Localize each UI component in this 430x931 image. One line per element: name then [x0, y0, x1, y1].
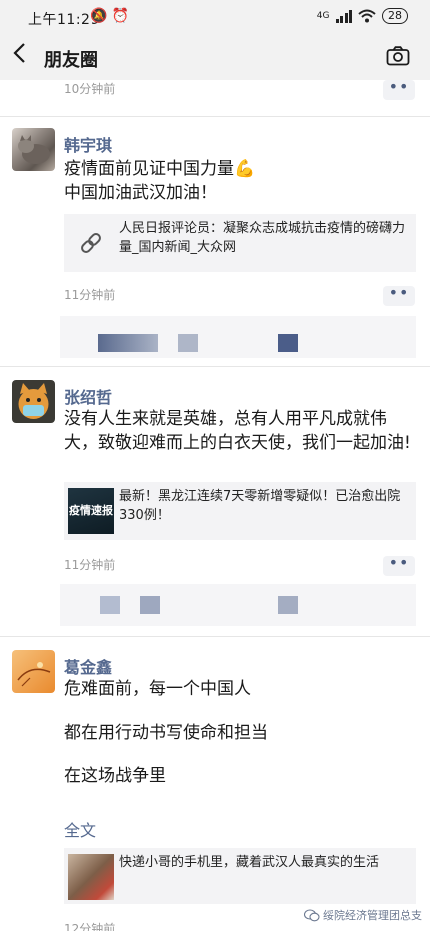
post-time: 12分钟前 [64, 922, 116, 931]
post-time: 10分钟前 [64, 82, 116, 96]
wechat-icon [304, 908, 320, 921]
alarm-icon: ⏰ [111, 8, 130, 24]
divider [0, 116, 430, 117]
status-indicators: 🔕 ⏰ [90, 8, 129, 24]
more-icon[interactable]: •• [383, 80, 415, 100]
post-text: 没有人生来就是英雄，总有人用平凡成就伟大，致敬迎难而上的白衣天使，我们一起加油! [64, 409, 411, 453]
status-bar: 上午11:29 🔕 ⏰ 4G 28 [0, 0, 430, 34]
network-type: 4G [316, 11, 330, 21]
post-text-line: 都在用行动书写使命和担当 [64, 723, 268, 743]
divider [0, 636, 430, 637]
likes-section [60, 316, 416, 358]
link-card[interactable]: 人民日报评论员：凝聚众志成城抗击疫情的磅礴力量_国内新闻_大众网 [64, 214, 416, 272]
link-title: 最新！黑龙江连续7天零新增零疑似！已治愈出院330例！ [119, 489, 401, 523]
mute-icon: 🔕 [90, 8, 108, 24]
post-author[interactable]: 张绍哲 [64, 384, 112, 408]
post-time: 11分钟前 [64, 288, 116, 302]
status-right: 4G 28 [317, 8, 408, 24]
moments-feed[interactable]: 10分钟前 •• 韩宇琪 疫情面前见证中国力量💪 中国加油武汉加油！ 人民日报评… [0, 80, 430, 931]
link-thumbnail: 疫情速报 [68, 488, 114, 534]
post-author[interactable]: 葛金鑫 [64, 654, 112, 678]
page-title: 朋友圈 [44, 50, 98, 71]
link-title: 人民日报评论员：凝聚众志成城抗击疫情的磅礴力量_国内新闻_大众网 [119, 221, 406, 255]
link-thumbnail [68, 854, 114, 900]
more-icon[interactable]: •• [383, 285, 415, 306]
blurred-likes [178, 334, 198, 352]
blurred-likes [100, 596, 120, 614]
avatar[interactable] [12, 650, 55, 693]
divider [0, 366, 430, 367]
blurred-likes [278, 334, 298, 352]
camera-icon[interactable] [386, 46, 410, 70]
battery-icon: 28 [382, 8, 408, 24]
signal-icon [335, 9, 352, 23]
watermark: 绥院经济管理团总支 [304, 907, 422, 923]
avatar[interactable] [12, 380, 55, 423]
watermark-text: 绥院经济管理团总支 [323, 909, 422, 922]
link-card[interactable]: 疫情速报 最新！黑龙江连续7天零新增零疑似！已治愈出院330例！ [64, 482, 416, 540]
blurred-likes [98, 334, 158, 352]
link-title: 快递小哥的手机里，藏着武汉人最真实的生活 [119, 855, 380, 870]
likes-section [60, 584, 416, 626]
header: 朋友圈 [0, 34, 430, 80]
blurred-likes [278, 596, 298, 614]
avatar[interactable] [12, 128, 55, 171]
post-text: 疫情面前见证中国力量💪 中国加油武汉加油！ [64, 159, 256, 203]
post-text-line: 危难面前，每一个中国人 [64, 679, 251, 699]
back-icon[interactable] [12, 42, 28, 70]
full-text-link[interactable]: 全文 [64, 817, 96, 841]
wifi-icon [358, 9, 376, 23]
more-icon[interactable]: •• [383, 555, 415, 576]
blurred-likes [140, 596, 160, 614]
link-card[interactable]: 快递小哥的手机里，藏着武汉人最真实的生活 [64, 848, 416, 904]
post-author[interactable]: 韩宇琪 [64, 132, 112, 156]
post-text-line: 在这场战争里 [64, 766, 166, 786]
post-time: 11分钟前 [64, 558, 116, 572]
link-icon [68, 220, 114, 266]
